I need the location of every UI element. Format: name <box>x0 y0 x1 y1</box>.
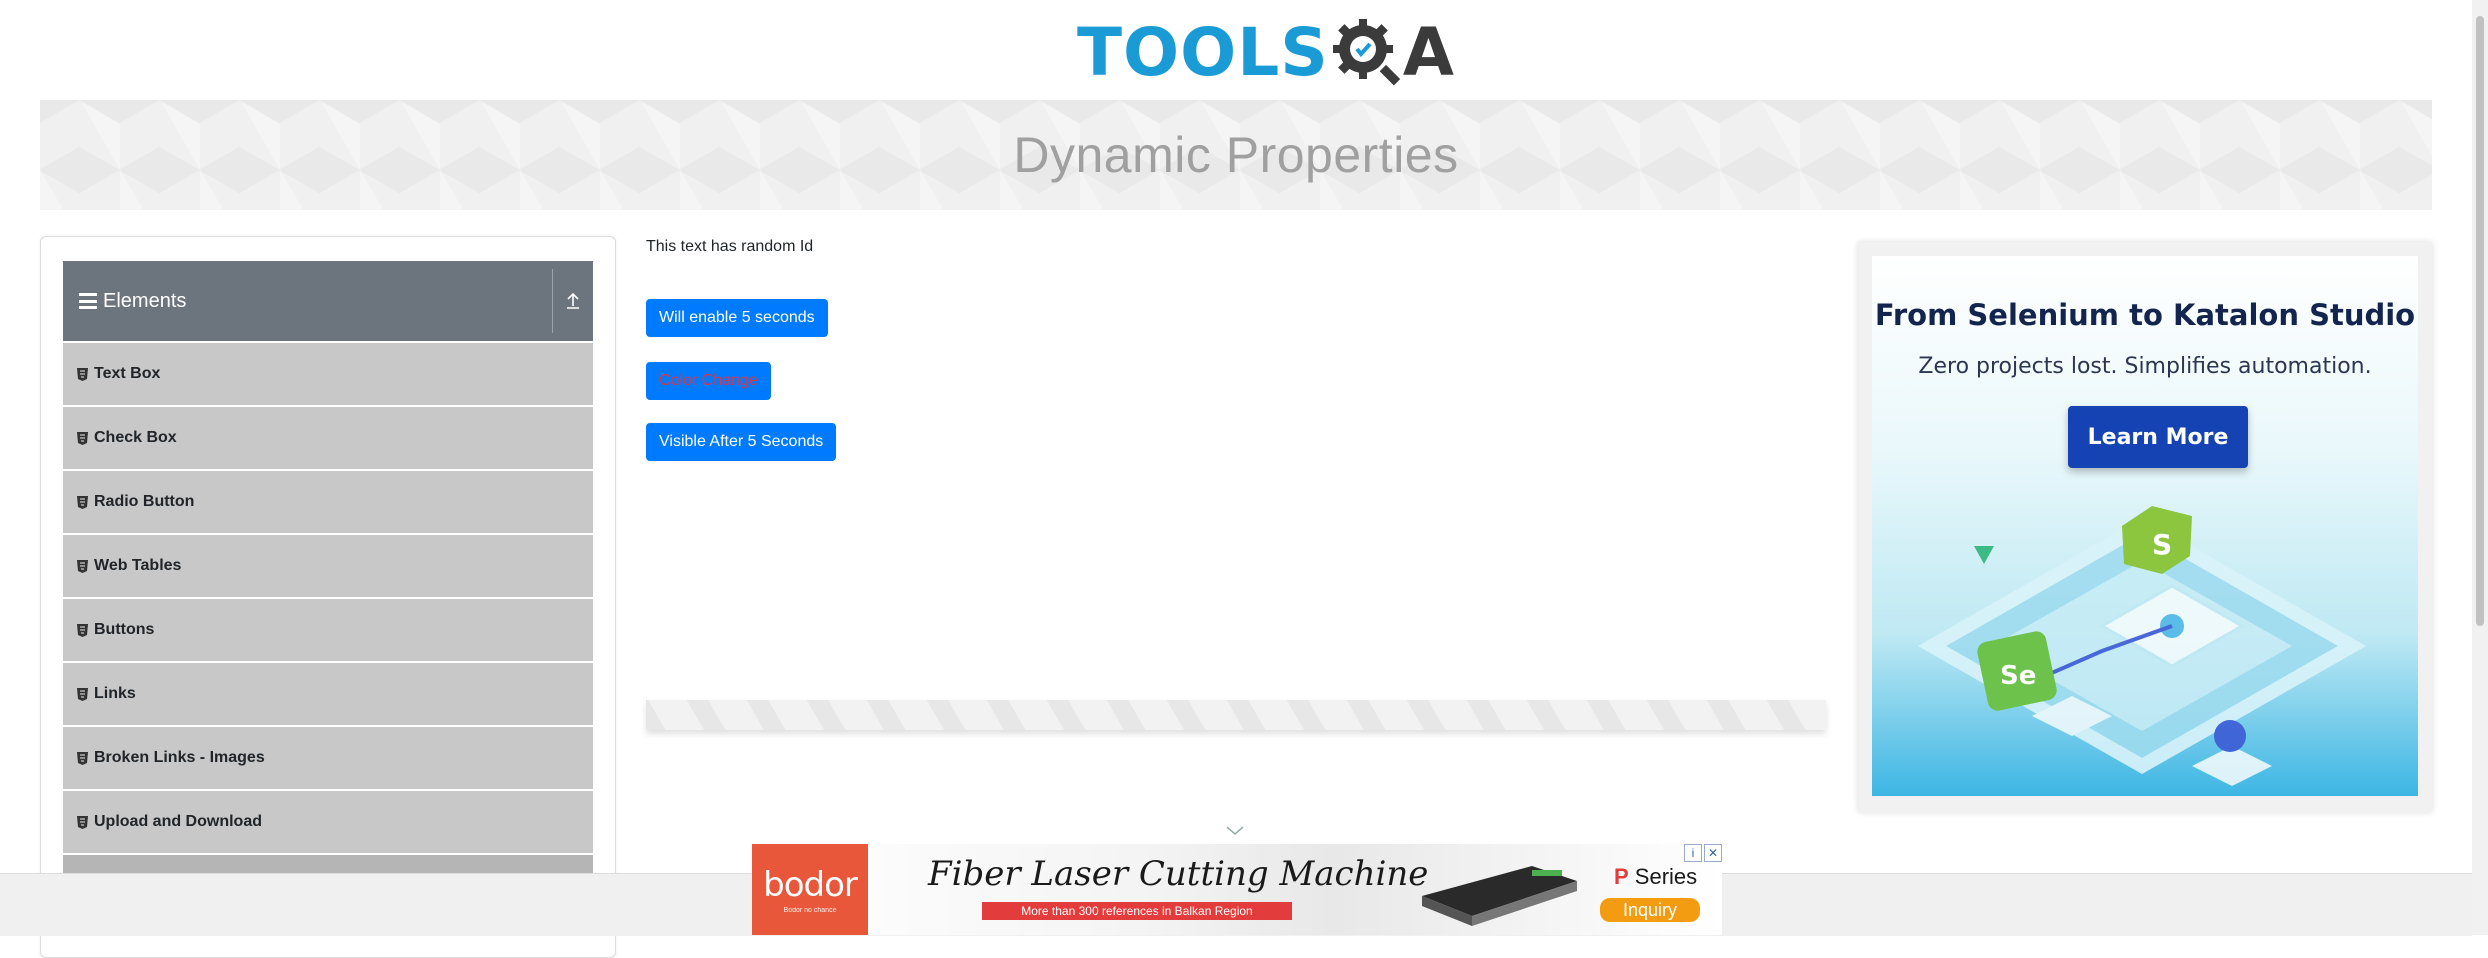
decorative-strip <box>646 700 1826 730</box>
sidebar-item-next-partial[interactable] <box>63 855 593 875</box>
hamburger-icon <box>79 293 97 309</box>
collapse-button[interactable] <box>552 269 593 333</box>
sidebar-item-label: Radio Button <box>94 493 195 510</box>
bottom-ad-subtitle: More than 300 references in Balkan Regio… <box>982 902 1292 920</box>
visible-after-button[interactable]: Visible After 5 Seconds <box>646 423 837 461</box>
side-ad-frame: From Selenium to Katalon Studio Zero pro… <box>1858 242 2432 812</box>
sidebar-item-label: Check Box <box>94 429 177 446</box>
html5-shield-icon <box>77 495 88 509</box>
close-icon[interactable]: ✕ <box>1704 844 1722 862</box>
sidebar-item-label: Text Box <box>94 365 161 382</box>
sidebar-item-label: Web Tables <box>94 557 182 574</box>
page-scrollbar[interactable] <box>2472 0 2488 935</box>
svg-text:Se: Se <box>2000 661 2036 691</box>
random-id-text: This text has random Id <box>646 238 814 255</box>
sidebar: Elements Text Box Check Box Radio Button… <box>40 236 616 958</box>
html5-shield-icon <box>77 687 88 701</box>
bottom-ad-title: Fiber Laser Cutting Machine <box>928 854 1429 894</box>
scrollbar-thumb[interactable] <box>2476 16 2484 626</box>
sidebar-item-web-tables[interactable]: Web Tables <box>63 535 593 597</box>
sidebar-item-buttons[interactable]: Buttons <box>63 599 593 661</box>
ad-choices[interactable]: i ✕ <box>1684 844 1722 862</box>
sidebar-group-elements[interactable]: Elements <box>63 261 593 341</box>
sidebar-item-label: Buttons <box>94 621 155 638</box>
enable-after-button[interactable]: Will enable 5 seconds <box>646 299 828 337</box>
logo-tools-text: TOOLS <box>1077 13 1329 91</box>
logo-a-text: A <box>1402 13 1455 91</box>
page-title: Dynamic Properties <box>1013 127 1459 183</box>
toolsqa-logo[interactable]: TOOLS A <box>1077 13 1455 91</box>
sidebar-item-links[interactable]: Links <box>63 663 593 725</box>
chevron-down-icon[interactable] <box>1226 826 1244 836</box>
bodor-logo: bodor Bodor no chance <box>752 844 868 935</box>
html5-shield-icon <box>77 559 88 573</box>
sidebar-item-check-box[interactable]: Check Box <box>63 407 593 469</box>
sidebar-item-upload-download[interactable]: Upload and Download <box>63 791 593 853</box>
sidebar-item-radio-button[interactable]: Radio Button <box>63 471 593 533</box>
html5-shield-icon <box>77 431 88 445</box>
laser-machine-image <box>1422 866 1577 926</box>
bodor-brand: bodor <box>763 865 858 905</box>
html5-shield-icon <box>77 367 88 381</box>
sidebar-item-label: Links <box>94 685 136 702</box>
bottom-ad[interactable]: bodor Bodor no chance Fiber Laser Cuttin… <box>752 844 1722 935</box>
inquiry-button[interactable]: Inquiry <box>1600 898 1700 922</box>
html5-shield-icon <box>77 751 88 765</box>
p-series-label: P Series <box>1614 864 1698 889</box>
html5-shield-icon <box>77 815 88 829</box>
sidebar-item-label: Broken Links - Images <box>94 749 265 766</box>
html5-shield-icon <box>77 623 88 637</box>
svg-text:S: S <box>2152 528 2172 561</box>
ad-info-icon[interactable]: i <box>1684 844 1702 862</box>
sidebar-group-title: Elements <box>103 289 187 312</box>
sidebar-menu: Text Box Check Box Radio Button Web Tabl… <box>63 343 593 875</box>
sidebar-item-broken-links[interactable]: Broken Links - Images <box>63 727 593 789</box>
logo-gear-icon <box>1331 17 1401 87</box>
page-banner: Dynamic Properties <box>40 100 2432 210</box>
color-change-button[interactable]: Color Change <box>646 362 771 400</box>
sidebar-item-label: Upload and Download <box>94 813 262 830</box>
sidebar-item-text-box[interactable]: Text Box <box>63 343 593 405</box>
upload-arrow-icon <box>567 292 579 309</box>
side-ad[interactable]: From Selenium to Katalon Studio Zero pro… <box>1872 256 2418 796</box>
ad-illustration: S Se <box>1917 506 2367 786</box>
bodor-tagline: Bodor no chance <box>783 907 837 914</box>
